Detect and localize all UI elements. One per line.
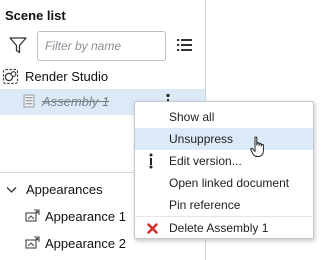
menu-item-label: Delete Assembly 1 [169, 221, 269, 235]
appearance-icon [25, 209, 40, 222]
render-studio-icon [2, 68, 19, 84]
chevron-down-icon[interactable] [6, 186, 17, 194]
appearance-item[interactable]: Appearance 2 [25, 236, 126, 251]
filter-icon[interactable] [9, 37, 27, 54]
menu-item-delete-assembly[interactable]: Delete Assembly 1 [135, 217, 313, 239]
render-studio-node[interactable]: Render Studio [2, 66, 108, 86]
filter-input[interactable] [37, 31, 166, 61]
list-view-icon[interactable] [177, 38, 192, 52]
red-x-icon [147, 223, 158, 234]
vertical-dots-icon [149, 153, 153, 169]
render-studio-label: Render Studio [25, 68, 109, 84]
assembly-icon [23, 94, 35, 108]
assembly-label: Assembly 1 [42, 94, 110, 109]
hand-cursor-icon [250, 136, 264, 157]
menu-item-open-linked-document[interactable]: Open linked document [135, 172, 313, 194]
context-menu: Show all Unsuppress Edit version... Open… [134, 101, 314, 239]
appearance-label: Appearance 1 [45, 209, 126, 224]
menu-item-label: Open linked document [169, 176, 290, 190]
appearances-label: Appearances [26, 182, 103, 197]
menu-item-pin-reference[interactable]: Pin reference [135, 194, 313, 216]
menu-item-label: Unsuppress [169, 132, 234, 146]
menu-item-edit-version[interactable]: Edit version... [135, 150, 313, 172]
menu-item-label: Pin reference [169, 198, 241, 212]
menu-item-label: Show all [169, 110, 215, 124]
appearances-node[interactable]: Appearances [6, 182, 103, 197]
panel-title: Scene list [5, 8, 66, 23]
appearance-item[interactable]: Appearance 1 [25, 209, 126, 224]
menu-item-label: Edit version... [169, 154, 242, 168]
appearance-label: Appearance 2 [45, 236, 126, 251]
menu-item-show-all[interactable]: Show all [135, 106, 313, 128]
menu-item-unsuppress[interactable]: Unsuppress [135, 128, 313, 150]
appearance-icon [25, 236, 40, 249]
